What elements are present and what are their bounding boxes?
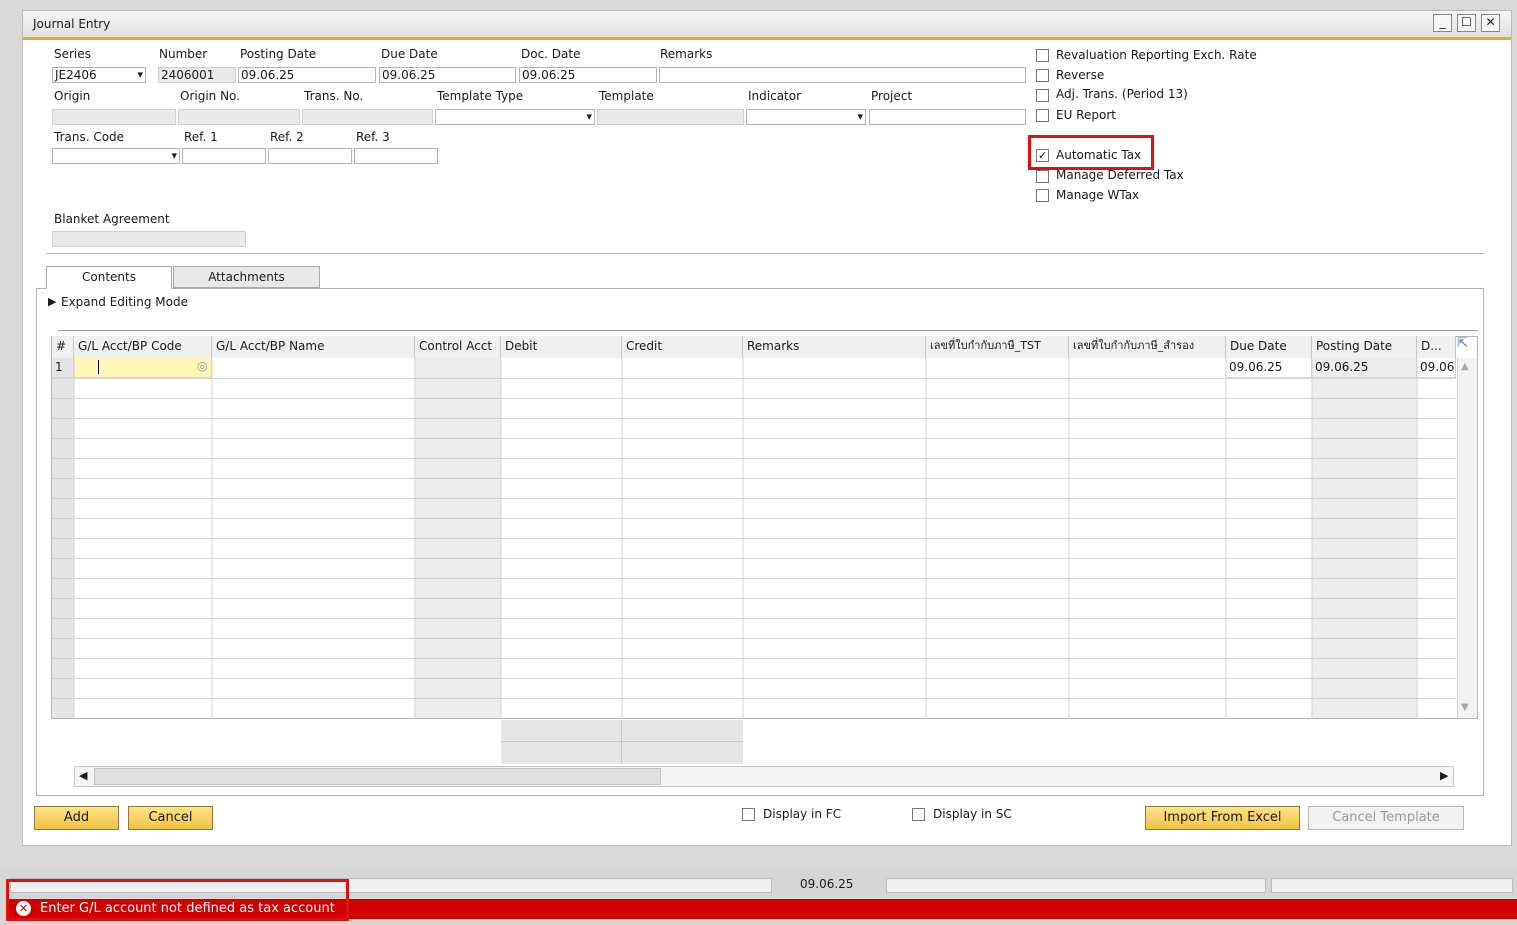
doc-date-field[interactable]: 09.06.25 <box>519 67 657 83</box>
blanket-agreement-field <box>52 231 246 247</box>
due-date-label: Due Date <box>381 47 438 61</box>
tab-attachments[interactable]: Attachments <box>173 266 320 288</box>
col-header-tax-inv-spare[interactable]: เลขที่ใบกำกับภาษี_สำรอง <box>1069 336 1226 358</box>
automatic-tax-checkbox[interactable]: ✓ <box>1036 149 1049 162</box>
trans-no-field <box>302 109 433 125</box>
series-select[interactable]: JE2406 <box>52 67 146 83</box>
trans-no-label: Trans. No. <box>304 89 364 103</box>
origin-no-field <box>178 109 300 125</box>
status-segment-3 <box>1271 878 1513 893</box>
template-label: Template <box>599 89 654 103</box>
cancel-button[interactable]: Cancel <box>128 806 213 830</box>
origin-field <box>52 109 176 125</box>
wtax-checkbox[interactable] <box>1036 189 1049 202</box>
wtax-label: Manage WTax <box>1056 188 1140 202</box>
scroll-up-icon[interactable]: ▲ <box>1461 361 1469 372</box>
automatic-tax-label: Automatic Tax <box>1056 148 1142 162</box>
reverse-label: Reverse <box>1056 68 1105 82</box>
grid-lines <box>52 358 1456 719</box>
trans-code-label: Trans. Code <box>54 130 125 144</box>
totals-divider <box>621 720 622 764</box>
totals-area <box>501 720 743 764</box>
display-sc-checkbox[interactable] <box>912 808 925 821</box>
template-field <box>597 109 744 125</box>
number-field: 2406001 <box>158 67 236 83</box>
scroll-thumb[interactable] <box>94 768 661 785</box>
ref3-label: Ref. 3 <box>356 130 390 144</box>
status-segment-2 <box>886 878 1266 893</box>
col-header-due-date[interactable]: Due Date <box>1226 336 1312 358</box>
import-from-excel-button[interactable]: Import From Excel <box>1145 806 1300 830</box>
tab-contents[interactable]: Contents <box>46 266 172 289</box>
col-header-acct-name[interactable]: G/L Acct/BP Name <box>212 336 415 358</box>
expand-grid-icon[interactable]: ⇱ <box>1457 336 1468 351</box>
blanket-agreement-label: Blanket Agreement <box>54 212 170 226</box>
col-header-control-acct[interactable]: Control Acct <box>415 336 501 358</box>
template-type-label: Template Type <box>437 89 524 103</box>
display-sc-label: Display in SC <box>933 807 1012 821</box>
display-fc-label: Display in FC <box>763 807 842 821</box>
eu-report-label: EU Report <box>1056 108 1116 122</box>
ref1-label: Ref. 1 <box>184 130 218 144</box>
col-header-d[interactable]: D... <box>1417 336 1456 358</box>
scroll-right-icon[interactable]: ▶ <box>1440 769 1448 782</box>
vertical-scrollbar[interactable] <box>1457 358 1477 718</box>
col-header-credit[interactable]: Credit <box>622 336 743 358</box>
eu-report-checkbox[interactable] <box>1036 109 1049 122</box>
col-header-debit[interactable]: Debit <box>501 336 622 358</box>
indicator-label: Indicator <box>748 89 802 103</box>
origin-no-label: Origin No. <box>180 89 241 103</box>
window-title: Journal Entry <box>33 17 111 31</box>
col-header-tax-inv-tst[interactable]: เลขที่ใบกำกับภาษี_TST <box>926 336 1069 358</box>
col-header-acct-code[interactable]: G/L Acct/BP Code <box>74 336 212 358</box>
minimize-button[interactable]: _ <box>1433 14 1452 32</box>
series-label: Series <box>54 47 91 61</box>
adj-trans-checkbox[interactable] <box>1036 89 1049 102</box>
grid-top-line <box>58 330 1478 331</box>
project-field[interactable] <box>869 109 1026 125</box>
totals-row-divider <box>501 741 743 742</box>
posting-date-field[interactable]: 09.06.25 <box>238 67 376 83</box>
due-date-field[interactable]: 09.06.25 <box>379 67 516 83</box>
number-label: Number <box>159 47 208 61</box>
scroll-left-icon[interactable]: ◀ <box>79 769 87 782</box>
col-header-posting-date[interactable]: Posting Date <box>1312 336 1417 358</box>
scroll-down-icon[interactable]: ▼ <box>1461 702 1469 713</box>
title-bar[interactable]: Journal Entry _ ☐ ✕ <box>23 11 1511 40</box>
ref2-label: Ref. 2 <box>270 130 304 144</box>
remarks-field[interactable] <box>659 67 1026 83</box>
project-label: Project <box>871 89 913 103</box>
reverse-checkbox[interactable] <box>1036 69 1049 82</box>
deferred-tax-label: Manage Deferred Tax <box>1056 168 1184 182</box>
divider <box>46 253 1484 254</box>
display-fc-checkbox[interactable] <box>742 808 755 821</box>
revaluation-label: Revaluation Reporting Exch. Rate <box>1056 48 1257 62</box>
remarks-label: Remarks <box>660 47 713 61</box>
doc-date-label: Doc. Date <box>521 47 581 61</box>
col-header-num[interactable]: # <box>52 336 74 358</box>
deferred-tax-checkbox[interactable] <box>1036 170 1049 183</box>
maximize-button[interactable]: ☐ <box>1457 14 1476 32</box>
col-header-remarks[interactable]: Remarks <box>743 336 926 358</box>
expand-editing-mode[interactable]: Expand Editing Mode <box>61 295 188 309</box>
error-highlight <box>6 879 349 921</box>
close-button[interactable]: ✕ <box>1481 14 1500 32</box>
status-date: 09.06.25 <box>800 877 854 891</box>
posting-date-label: Posting Date <box>240 47 317 61</box>
add-button[interactable]: Add <box>34 806 119 830</box>
indicator-select[interactable] <box>746 109 866 125</box>
expand-triangle-icon[interactable]: ▶ <box>48 295 56 308</box>
trans-code-select[interactable] <box>52 148 180 164</box>
ref1-field[interactable] <box>182 148 266 164</box>
origin-label: Origin <box>54 89 91 103</box>
revaluation-checkbox[interactable] <box>1036 49 1049 62</box>
adj-trans-label: Adj. Trans. (Period 13) <box>1056 87 1188 101</box>
ref2-field[interactable] <box>268 148 352 164</box>
ref3-field[interactable] <box>354 148 438 164</box>
template-type-select[interactable] <box>435 109 595 125</box>
cancel-template-button[interactable]: Cancel Template <box>1308 806 1464 830</box>
